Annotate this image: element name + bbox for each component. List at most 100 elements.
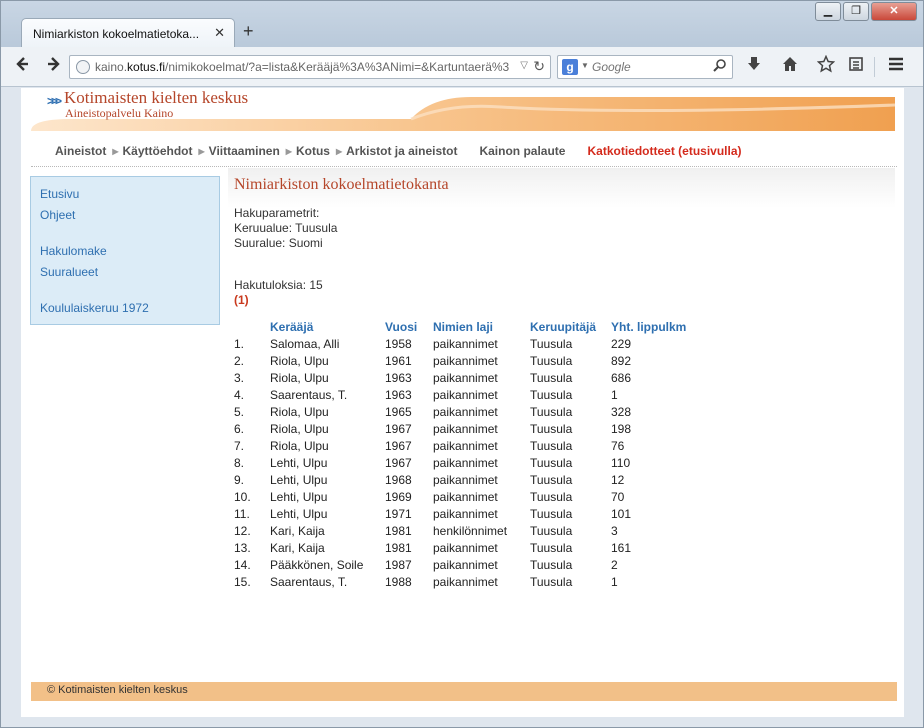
- nav-item-label: Kotus: [295, 144, 330, 158]
- cell-name-type: henkilönnimet: [433, 523, 508, 538]
- cell-card-count: 101: [611, 506, 632, 521]
- nav-item-1[interactable]: ▶ Käyttöehdot: [106, 144, 192, 158]
- sidebar-item-hakulomake[interactable]: Hakulomake: [40, 244, 107, 258]
- cell-row-number: 7.: [234, 438, 245, 453]
- cell-year: 1965: [385, 404, 412, 419]
- site-identity-icon[interactable]: [76, 60, 90, 74]
- cell-row-number: 9.: [234, 472, 245, 487]
- nav-item-label: Käyttöehdot: [122, 144, 193, 158]
- cell-card-count: 76: [611, 438, 625, 453]
- nav-item-label: Katkotiedotteet (etusivulla): [587, 144, 742, 158]
- cell-row-number: 10.: [234, 489, 251, 504]
- site-subtitle: Aineistopalvelu Kaino: [65, 106, 174, 120]
- cell-year: 1971: [385, 506, 412, 521]
- cell-collector: Riola, Ulpu: [270, 353, 329, 368]
- column-header-collector[interactable]: Kerääjä: [270, 318, 385, 335]
- close-window-button[interactable]: ✕: [871, 2, 917, 21]
- pagination-link[interactable]: (1): [234, 293, 249, 307]
- nav-item-4[interactable]: ▶ Arkistot ja aineistot: [330, 144, 458, 158]
- cell-collector: Lehti, Ulpu: [270, 489, 328, 504]
- nav-item-0[interactable]: Aineistot: [55, 144, 106, 158]
- sidebar-item-etusivu[interactable]: Etusivu: [40, 187, 79, 201]
- column-header-year[interactable]: Vuosi: [385, 318, 433, 335]
- cell-collector: Kari, Kaija: [270, 523, 325, 538]
- table-row: 9. Lehti, Ulpu 1968 paikannimet Tuusula 12: [234, 471, 701, 488]
- maximize-button[interactable]: ❐: [843, 2, 869, 21]
- back-arrow-icon[interactable]: [9, 55, 35, 79]
- cell-card-count: 161: [611, 540, 632, 555]
- url-bar[interactable]: kaino.kotus.fi/nimikokoelmat/?a=lista&Ke…: [69, 55, 551, 79]
- download-icon[interactable]: [741, 55, 767, 79]
- url-dropdown-icon[interactable]: ▽: [520, 60, 528, 71]
- search-input[interactable]: [592, 59, 712, 75]
- cell-name-type: paikannimet: [433, 353, 498, 368]
- cell-card-count: 1: [611, 387, 618, 402]
- column-header-parish[interactable]: Keruupitäjä: [530, 318, 611, 335]
- minimize-button[interactable]: ▁: [815, 2, 841, 21]
- cell-year: 1981: [385, 523, 412, 538]
- table-row: 11. Lehti, Ulpu 1971 paikannimet Tuusula 101: [234, 505, 701, 522]
- cell-collector: Riola, Ulpu: [270, 370, 329, 385]
- site-footer: © Kotimaisten kielten keskus: [31, 682, 897, 701]
- cell-name-type: paikannimet: [433, 489, 498, 504]
- nav-item-label: Arkistot ja aineistot: [346, 144, 458, 158]
- reading-list-icon[interactable]: [843, 55, 869, 79]
- nav-item-3[interactable]: ▶ Kotus: [280, 144, 330, 158]
- cell-name-type: paikannimet: [433, 455, 498, 470]
- browser-tab[interactable]: Nimiarkiston kokoelmatietoka... ✕: [21, 18, 235, 48]
- cell-parish: Tuusula: [530, 574, 573, 589]
- cell-name-type: paikannimet: [433, 438, 498, 453]
- page-title: Nimiarkiston kokoelmatietokanta: [234, 176, 449, 193]
- bookmark-star-icon[interactable]: [813, 54, 839, 79]
- cell-row-number: 12.: [234, 523, 251, 538]
- forward-arrow-icon[interactable]: [41, 55, 67, 79]
- nav-item-label: Viittaaminen: [208, 144, 280, 158]
- url-text: kaino.kotus.fi/nimikokoelmat/?a=lista&Ke…: [95, 60, 510, 74]
- nav-divider: [31, 166, 897, 167]
- cell-name-type: paikannimet: [433, 574, 498, 589]
- nav-item-2[interactable]: ▶ Viittaaminen: [193, 144, 280, 158]
- toolbar-separator: [874, 57, 875, 77]
- column-header-card-count[interactable]: Yht. lippulkm: [611, 318, 701, 335]
- cell-parish: Tuusula: [530, 421, 573, 436]
- cell-row-number: 5.: [234, 404, 245, 419]
- cell-year: 1968: [385, 472, 412, 487]
- sidebar-item-koululaiskeruu[interactable]: Koululaiskeruu 1972: [40, 301, 149, 315]
- sidebar-item-suuralueet[interactable]: Suuralueet: [40, 265, 98, 279]
- param-region: Suuralue: Suomi: [234, 236, 323, 250]
- tab-close-icon[interactable]: ✕: [214, 25, 225, 41]
- search-engine-dropdown-icon[interactable]: ▼: [581, 61, 589, 70]
- cell-name-type: paikannimet: [433, 557, 498, 572]
- table-row: 15. Saarentaus, T. 1988 paikannimet Tuusula 1: [234, 573, 701, 590]
- cell-parish: Tuusula: [530, 370, 573, 385]
- table-row: 7. Riola, Ulpu 1967 paikannimet Tuusula 76: [234, 437, 701, 454]
- cell-year: 1967: [385, 455, 412, 470]
- search-bar[interactable]: g ▼: [557, 55, 733, 79]
- page-viewport: >>> Kotimaisten kielten keskus Aineistop…: [21, 88, 904, 717]
- sidebar-item-ohjeet[interactable]: Ohjeet: [40, 208, 75, 222]
- cell-collector: Saarentaus, T.: [270, 387, 348, 402]
- reload-icon[interactable]: ↻: [533, 58, 545, 75]
- menu-hamburger-icon[interactable]: [883, 55, 909, 79]
- cell-row-number: 1.: [234, 336, 245, 351]
- nav-item-5[interactable]: Kainon palaute: [479, 144, 565, 158]
- cell-collector: Pääkkönen, Soile: [270, 557, 364, 572]
- cell-collector: Riola, Ulpu: [270, 421, 329, 436]
- cell-row-number: 14.: [234, 557, 251, 572]
- new-tab-icon[interactable]: +: [243, 21, 254, 42]
- nav-arrow-icon: ▶: [335, 146, 343, 156]
- table-row: 1. Salomaa, Alli 1958 paikannimet Tuusula 229: [234, 335, 701, 352]
- nav-arrow-icon: ▶: [112, 146, 119, 156]
- nav-item-6[interactable]: Katkotiedotteet (etusivulla): [587, 144, 741, 158]
- site-header: >>> Kotimaisten kielten keskus Aineistop…: [21, 88, 904, 134]
- cell-collector: Riola, Ulpu: [270, 404, 329, 419]
- cell-name-type: paikannimet: [433, 387, 498, 402]
- cell-collector: Lehti, Ulpu: [270, 506, 328, 521]
- google-logo-icon[interactable]: g: [562, 59, 578, 75]
- cell-year: 1958: [385, 336, 412, 351]
- cell-parish: Tuusula: [530, 404, 573, 419]
- column-header-name-type[interactable]: Nimien laji: [433, 318, 530, 335]
- search-icon[interactable]: [713, 58, 727, 75]
- cell-row-number: 2.: [234, 353, 245, 368]
- home-icon[interactable]: [777, 55, 803, 79]
